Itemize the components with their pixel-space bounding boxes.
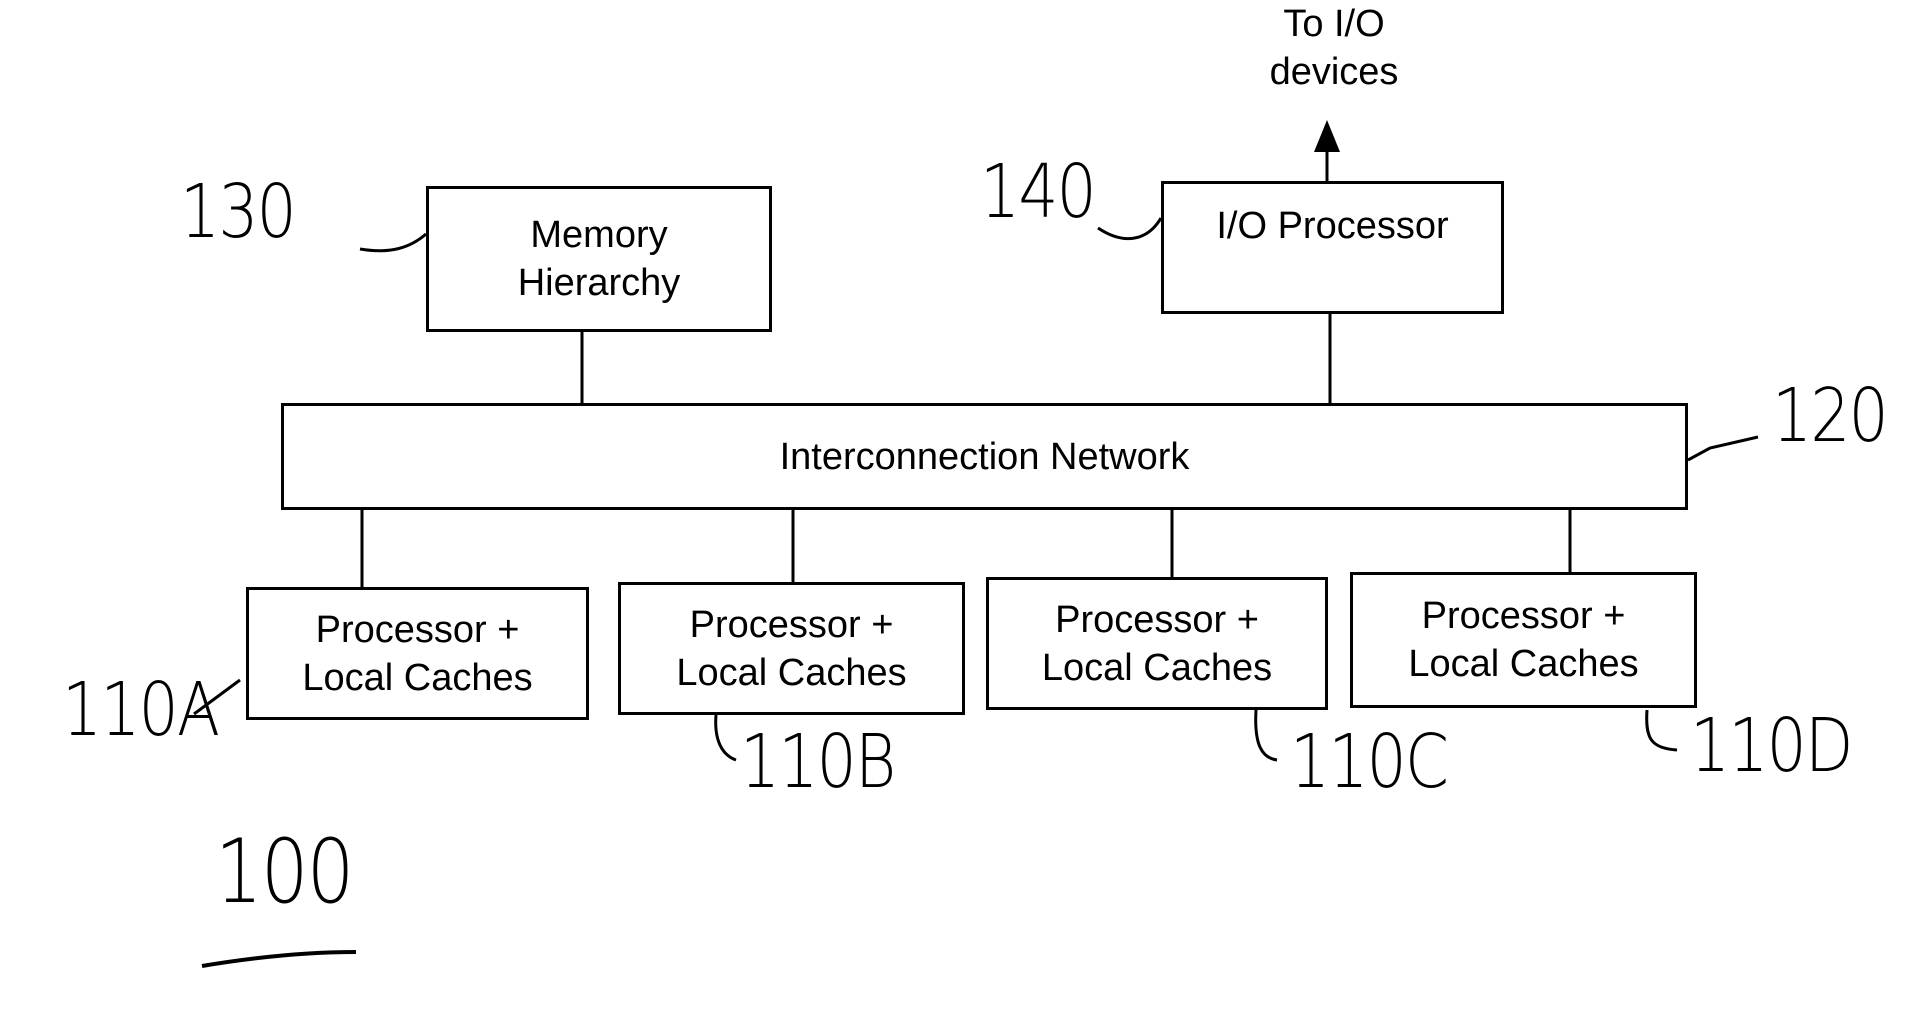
io-output-label-line-2: devices: [1269, 51, 1399, 93]
leader-140: [1097, 217, 1163, 241]
interconnection-network-label: Interconnection Network: [779, 435, 1190, 478]
processor-c-line-1: Processor +: [1055, 598, 1259, 641]
figure-ref-100: 100: [215, 820, 354, 923]
ref-110a: 110A: [62, 667, 220, 753]
memory-label-line-2: Hierarchy: [517, 262, 681, 304]
io-processor-box: I/O Processor: [1161, 181, 1504, 314]
processor-d-line-1: Processor +: [1421, 595, 1626, 637]
leader-110b: [714, 714, 737, 762]
leader-110d: [1645, 709, 1678, 752]
memory-hierarchy-box: Memory Hierarchy: [426, 186, 772, 332]
figure-ref-underline: [201, 950, 357, 968]
ref-110d: 110D: [1690, 703, 1853, 789]
processor-box-c: Processor + Local Caches: [986, 577, 1328, 710]
io-processor-label: I/O Processor: [1216, 205, 1449, 247]
processor-box-b: Processor + Local Caches: [618, 582, 965, 715]
processor-box-d: Processor + Local Caches: [1350, 572, 1697, 708]
interconnection-network-box: Interconnection Network: [281, 403, 1688, 510]
io-output-label: To I/O devices: [1234, 0, 1434, 96]
io-output-label-line-1: To I/O: [1283, 3, 1385, 45]
processor-box-a: Processor + Local Caches: [246, 587, 589, 720]
leader-130: [359, 232, 427, 253]
processor-b-line-2: Local Caches: [676, 651, 907, 694]
processor-c-line-2: Local Caches: [1041, 646, 1273, 689]
leader-120: [1687, 435, 1759, 462]
ref-110b: 110B: [740, 719, 896, 805]
ref-120: 120: [1772, 373, 1889, 459]
ref-130: 130: [180, 169, 297, 255]
processor-a-line-2: Local Caches: [302, 656, 533, 699]
ref-110c: 110C: [1290, 719, 1449, 805]
io-output-arrow-head: [1314, 120, 1340, 152]
processor-a-line-1: Processor +: [315, 608, 520, 651]
ref-140: 140: [980, 149, 1097, 235]
processor-b-line-1: Processor +: [689, 603, 894, 646]
processor-d-line-2: Local Caches: [1408, 643, 1639, 685]
memory-label-line-1: Memory: [530, 214, 668, 256]
leader-110c: [1254, 709, 1278, 762]
